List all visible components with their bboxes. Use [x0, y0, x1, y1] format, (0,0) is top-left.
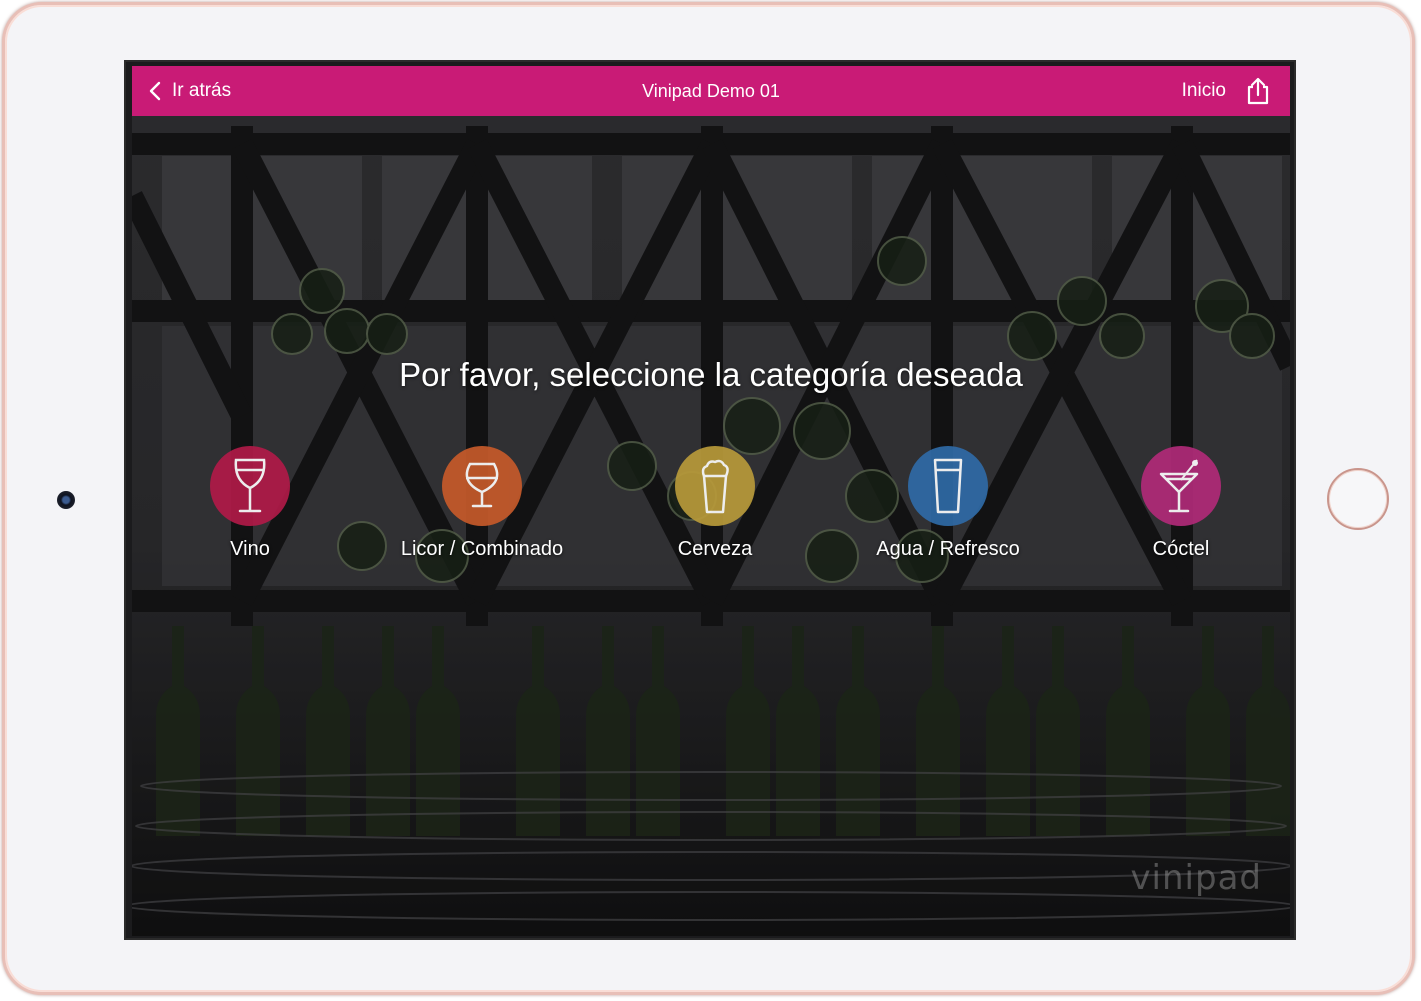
cocktail-glass-icon [1141, 446, 1221, 526]
back-button[interactable]: Ir atrás [148, 66, 231, 116]
brandy-glass-icon [442, 446, 522, 526]
category-label: Agua / Refresco [876, 538, 1020, 560]
navigation-bar: Ir atrás Vinipad Demo 01 Inicio [132, 66, 1290, 116]
category-label: Cóctel [1152, 538, 1210, 560]
tablet-screen: Ir atrás Vinipad Demo 01 Inicio Por favo… [124, 60, 1296, 940]
category-label: Licor / Combinado [400, 538, 564, 560]
category-water-soda[interactable]: Agua / Refresco [828, 446, 1068, 561]
app-view: Ir atrás Vinipad Demo 01 Inicio Por favo… [132, 66, 1290, 936]
home-link[interactable]: Inicio [1182, 80, 1226, 102]
front-camera [57, 491, 75, 509]
vinipad-watermark: vinipad [1130, 858, 1262, 898]
share-icon[interactable] [1244, 77, 1272, 105]
nav-actions: Inicio [1182, 66, 1272, 116]
water-glass-icon [908, 446, 988, 526]
screen-title: Vinipad Demo 01 [642, 80, 780, 101]
chevron-left-icon [148, 81, 162, 101]
back-label: Ir atrás [172, 80, 232, 101]
category-beer[interactable]: Cerveza [595, 446, 835, 561]
category-label: Cerveza [677, 538, 753, 560]
wine-glass-icon [210, 446, 290, 526]
category-label: Vino [230, 538, 270, 560]
category-cocktail[interactable]: Cóctel [1061, 446, 1290, 561]
category-wine[interactable]: Vino [132, 446, 370, 561]
beer-glass-icon [675, 446, 755, 526]
category-liquor[interactable]: Licor / Combinado [362, 446, 602, 561]
device-home-button[interactable] [1327, 468, 1389, 530]
category-prompt: Por favor, seleccione la categoría desea… [399, 356, 1023, 393]
